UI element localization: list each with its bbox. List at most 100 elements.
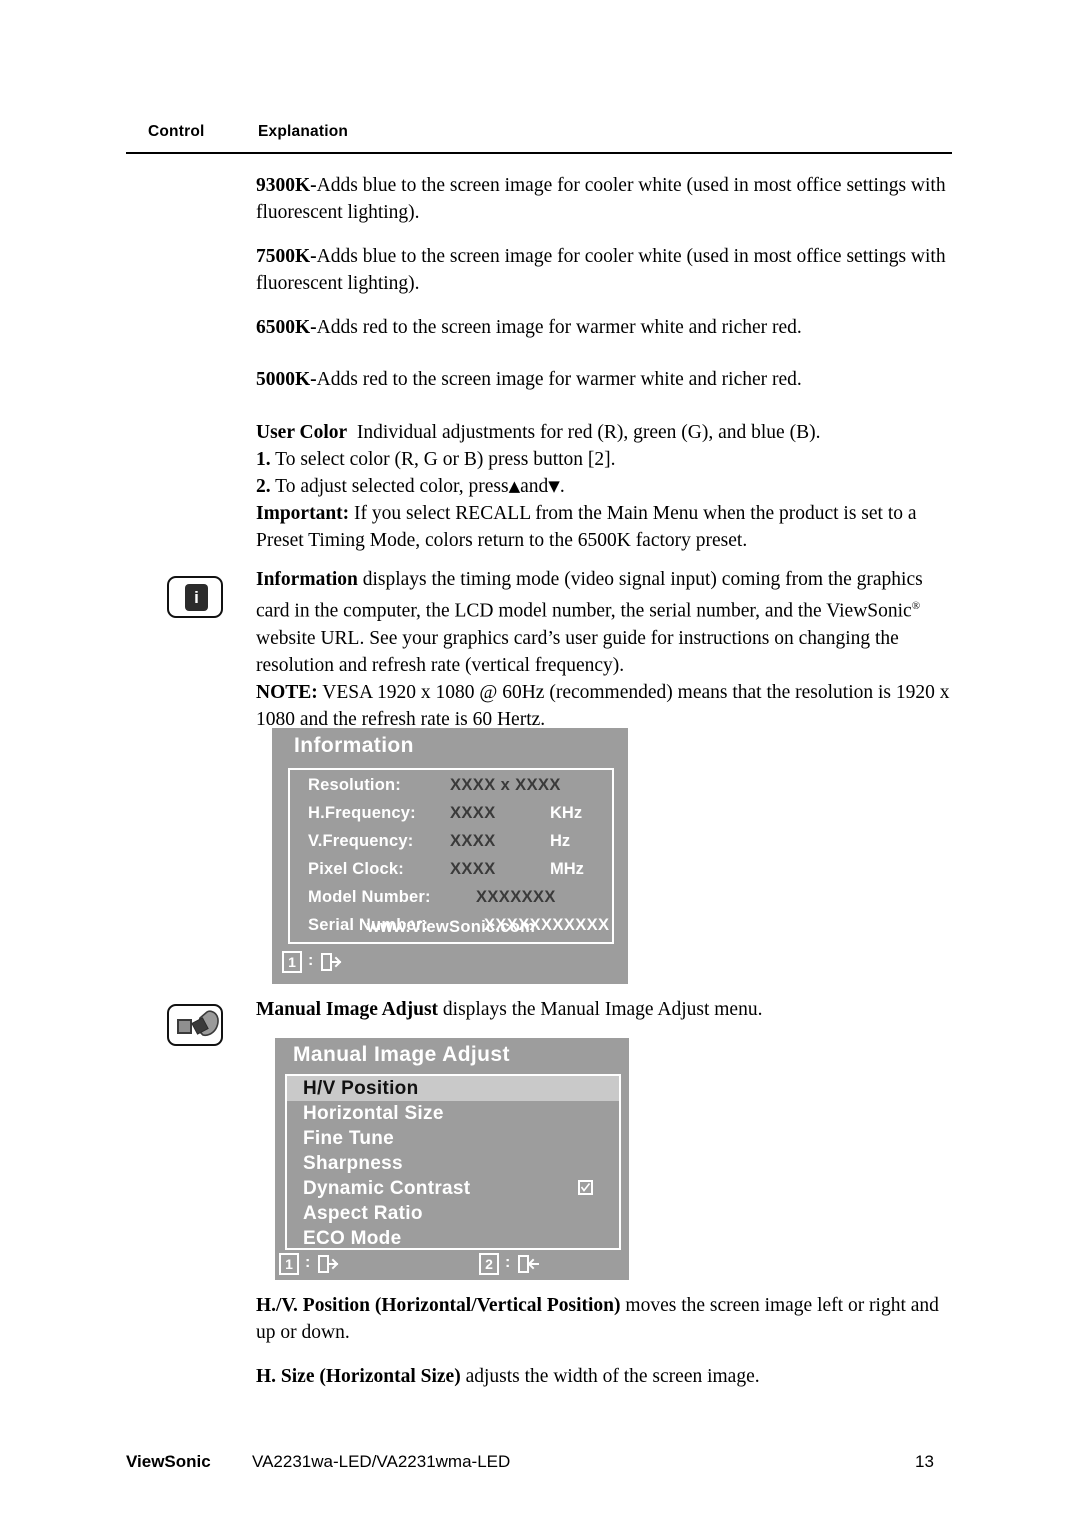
text-important: If you select RECALL from the Main Menu …: [256, 503, 917, 551]
menu-item-sharpness[interactable]: Sharpness: [287, 1151, 619, 1176]
paragraph-6500k: 6500K-Adds red to the screen image for w…: [256, 314, 956, 341]
label-6500k: 6500K-: [256, 317, 317, 338]
osd-hint-2[interactable]: 2:: [479, 1252, 540, 1276]
information-row-value: XXXX: [450, 804, 496, 822]
registered-mark: ®: [911, 600, 921, 612]
menu-item-label: ECO Mode: [303, 1228, 402, 1249]
osd-hint-key: 1: [279, 1253, 299, 1275]
step-1-number: 1.: [256, 449, 271, 470]
information-osd-body: Resolution: XXXX x XXXX H.Frequency: XXXX KH…: [288, 768, 614, 944]
menu-item-label: Fine Tune: [303, 1128, 395, 1149]
information-row: Pixel Clock: XXXX MHz: [290, 860, 612, 888]
menu-item-label: Dynamic Contrast: [303, 1178, 471, 1199]
document-page: Control Explanation 9300K-Adds blue to t…: [0, 0, 1080, 1527]
information-osd-panel: Information Resolution: XXXX x XXXX H.Freq…: [272, 728, 628, 984]
exit-right-icon: [318, 1255, 339, 1273]
osd-hint-key: 2: [479, 1253, 499, 1275]
information-row: Resolution: XXXX x XXXX: [290, 776, 612, 804]
footer-brand: ViewSonic: [126, 1452, 211, 1471]
step-2-text-a: To adjust selected color, press: [275, 476, 509, 497]
text-6500k: Adds red to the screen image for warmer …: [316, 317, 802, 338]
information-osd-title: Information: [294, 734, 414, 757]
manual-image-adjust-menu: H/V Position Horizontal Size Fine Tune Shar…: [285, 1074, 621, 1250]
paragraph-5000k: 5000K-Adds red to the screen image for w…: [256, 366, 956, 393]
column-header-control: Control: [148, 123, 205, 140]
information-row-label: Resolution:: [308, 776, 401, 794]
menu-item-horizontal-size[interactable]: Horizontal Size: [287, 1101, 619, 1126]
information-row-label: Model Number:: [308, 888, 431, 906]
menu-item-dynamic-contrast[interactable]: Dynamic Contrast: [287, 1176, 619, 1201]
checkbox-checked-icon[interactable]: [578, 1180, 593, 1195]
paragraph-user-color: User Color Individual adjustments for re…: [256, 419, 956, 554]
osd-hint-colon: :: [308, 951, 314, 969]
manual-image-adjust-icon: [167, 1004, 223, 1046]
text-7500k: Adds blue to the screen image for cooler…: [256, 246, 946, 294]
text-9300k: Adds blue to the screen image for cooler…: [256, 175, 946, 223]
label-hv-position: H./V. Position (Horizontal/Vertical Posi…: [256, 1295, 621, 1316]
information-row: Model Number: XXXXXXX: [290, 888, 612, 916]
label-user-color: User Color: [256, 422, 348, 443]
paragraph-information: Information displays the timing mode (vi…: [256, 566, 956, 733]
information-row-value: XXXX: [450, 832, 496, 850]
information-row-label: H.Frequency:: [308, 804, 416, 822]
label-5000k: 5000K-: [256, 369, 317, 390]
information-row-label: Pixel Clock:: [308, 860, 404, 878]
osd-hint-1[interactable]: 1:: [282, 950, 343, 974]
down-arrow-icon: ▼: [548, 477, 560, 495]
osd-hint-key: 1: [282, 951, 302, 973]
exit-right-icon: [321, 953, 342, 971]
menu-item-label: Aspect Ratio: [303, 1203, 423, 1224]
menu-item-fine-tune[interactable]: Fine Tune: [287, 1126, 619, 1151]
text-note: VESA 1920 x 1080 @ 60Hz (recommended) me…: [256, 681, 950, 730]
column-header-explanation: Explanation: [258, 123, 349, 140]
label-7500k: 7500K-: [256, 246, 317, 267]
paragraph-manual-image-adjust: Manual Image Adjust displays the Manual …: [256, 996, 956, 1023]
label-information: Information: [256, 569, 358, 590]
up-arrow-icon: ▲: [508, 477, 521, 495]
information-row-unit: Hz: [550, 832, 571, 850]
label-important: Important:: [256, 503, 350, 524]
osd-hint-1[interactable]: 1:: [279, 1252, 340, 1276]
label-note: NOTE:: [256, 681, 318, 703]
step-2-text-b: and: [520, 476, 549, 497]
paragraph-9300k: 9300K-Adds blue to the screen image for …: [256, 172, 956, 226]
paragraph-hv-position: H./V. Position (Horizontal/Vertical Posi…: [256, 1292, 956, 1346]
menu-item-eco-mode[interactable]: ECO Mode: [287, 1226, 619, 1251]
text-manual-image-adjust: displays the Manual Image Adjust menu.: [442, 999, 763, 1020]
step-2-number: 2.: [256, 476, 271, 497]
text-user-color: Individual adjustments for red (R), gree…: [356, 422, 821, 443]
manual-image-adjust-osd-title: Manual Image Adjust: [293, 1043, 510, 1066]
info-icon: i: [167, 576, 223, 618]
label-h-size: H. Size (Horizontal Size): [256, 1366, 461, 1387]
information-row-value: XXXX x XXXX: [450, 776, 561, 794]
info-icon-badge: i: [185, 584, 208, 611]
menu-item-label: Horizontal Size: [303, 1103, 444, 1124]
text-5000k: Adds red to the screen image for warmer …: [316, 369, 802, 390]
menu-item-aspect-ratio[interactable]: Aspect Ratio: [287, 1201, 619, 1226]
label-9300k: 9300K-: [256, 175, 317, 196]
information-row-value: XXXXXXX: [476, 888, 556, 906]
footer-page-number: 13: [915, 1452, 934, 1471]
information-row-unit: MHz: [550, 860, 584, 878]
information-row: V.Frequency: XXXX Hz: [290, 832, 612, 860]
mia-square-icon: [177, 1019, 192, 1034]
menu-item-h-v-position[interactable]: H/V Position: [287, 1076, 619, 1101]
text-information-b: website URL. See your graphics card’s us…: [256, 627, 899, 676]
viewsonic-url: www.ViewSonic.com: [366, 918, 536, 936]
menu-item-label: H/V Position: [303, 1078, 419, 1099]
paragraph-7500k: 7500K-Adds blue to the screen image for …: [256, 243, 956, 297]
information-row-value: XXXX: [450, 860, 496, 878]
step-1-text: To select color (R, G or B) press button…: [275, 449, 616, 470]
label-manual-image-adjust: Manual Image Adjust: [256, 999, 439, 1020]
osd-hint-colon: :: [505, 1253, 511, 1271]
information-row: H.Frequency: XXXX KHz: [290, 804, 612, 832]
menu-item-label: Sharpness: [303, 1153, 403, 1174]
text-h-size: adjusts the width of the screen image.: [465, 1366, 760, 1387]
header-divider: [126, 152, 952, 154]
manual-image-adjust-osd-panel: Manual Image Adjust H/V Position Horizont…: [275, 1038, 629, 1280]
step-2-text-c: .: [559, 476, 565, 497]
osd-hint-colon: :: [305, 1253, 311, 1271]
enter-left-icon: [518, 1255, 540, 1273]
information-row-unit: KHz: [550, 804, 583, 822]
info-icon-letter: i: [194, 588, 199, 607]
